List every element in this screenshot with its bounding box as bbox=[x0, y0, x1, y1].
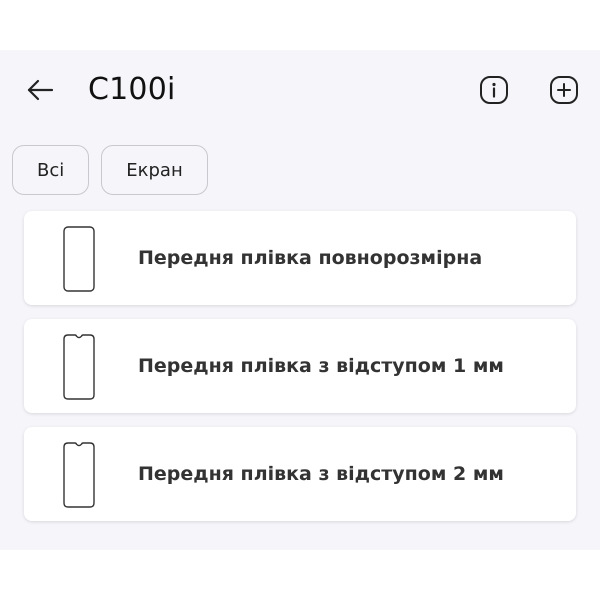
page-title: C100i bbox=[88, 72, 176, 107]
list-item-label: Передня плівка з відступом 2 мм bbox=[138, 463, 504, 485]
list-item[interactable]: Передня плівка з відступом 2 мм bbox=[24, 427, 576, 521]
app-screen: C100i Всі Екран Передня плівка повнорозм… bbox=[0, 50, 600, 550]
phone-notch-icon bbox=[63, 334, 95, 400]
info-button[interactable] bbox=[476, 72, 512, 108]
filter-chip-screen[interactable]: Екран bbox=[101, 145, 208, 195]
add-button[interactable] bbox=[546, 72, 582, 108]
film-list: Передня плівка повнорозмірна Передня плі… bbox=[24, 211, 576, 535]
list-item[interactable]: Передня плівка з відступом 1 мм bbox=[24, 319, 576, 413]
top-bar: C100i bbox=[0, 50, 600, 130]
add-icon bbox=[550, 76, 578, 104]
info-icon bbox=[480, 76, 508, 104]
filter-chips: Всі Екран bbox=[12, 145, 208, 195]
phone-outline-icon bbox=[63, 226, 95, 292]
phone-notch-icon bbox=[63, 442, 95, 508]
arrow-left-icon bbox=[27, 79, 54, 101]
list-item-label: Передня плівка повнорозмірна bbox=[138, 247, 483, 269]
list-item-label: Передня плівка з відступом 1 мм bbox=[138, 355, 504, 377]
filter-chip-all[interactable]: Всі bbox=[12, 145, 90, 195]
list-item[interactable]: Передня плівка повнорозмірна bbox=[24, 211, 576, 305]
back-button[interactable] bbox=[22, 72, 58, 108]
